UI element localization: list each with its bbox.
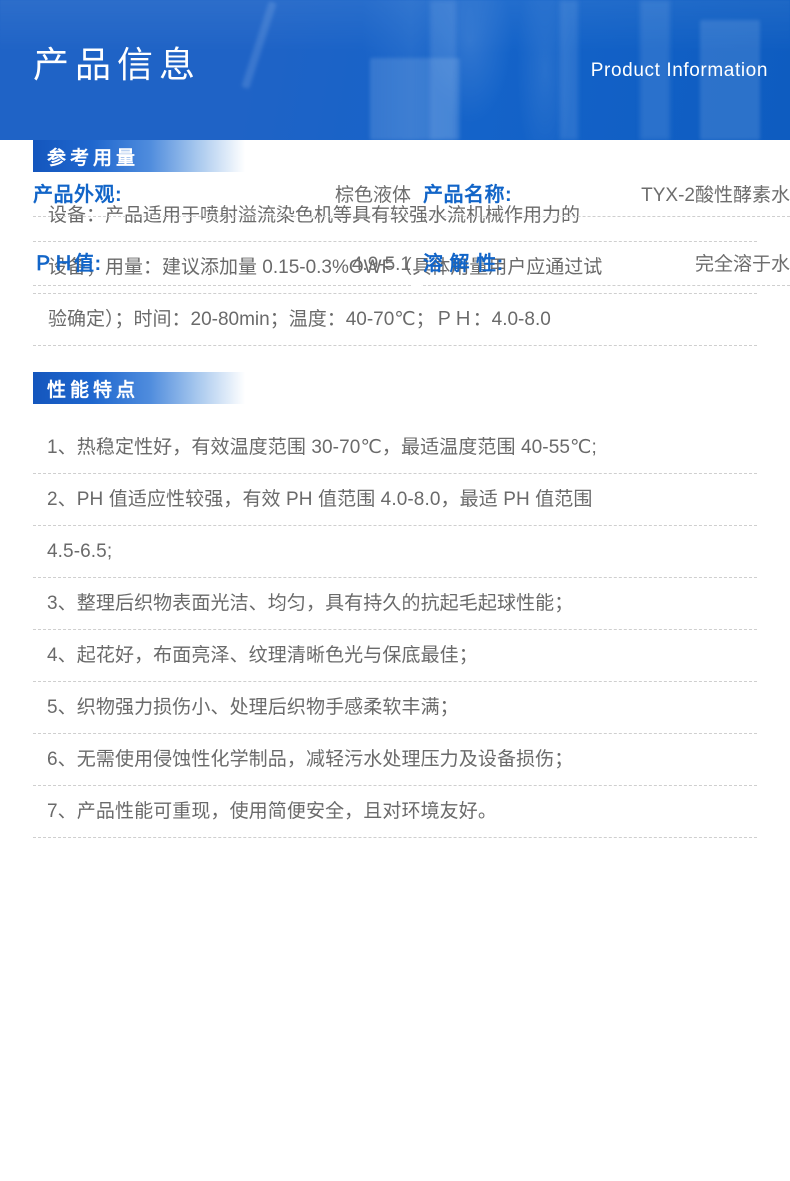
spec-value-appearance: 棕色液体 bbox=[334, 185, 411, 206]
section-header-dosage: 参考用量 bbox=[33, 140, 245, 172]
section-header-features-label: 性能特点 bbox=[47, 379, 140, 401]
spec-row-solubility: 溶 解 性: 完全溶于水 bbox=[423, 247, 790, 286]
feature-item: 1、热稳定性好，有效温度范围 30-70℃，最适温度范围 40-55℃; bbox=[33, 422, 757, 474]
page-title: 产品信息 bbox=[33, 44, 202, 85]
page-banner: 产品信息 Product Information bbox=[0, 0, 790, 140]
spec-value-solubility: 完全溶于水 bbox=[694, 254, 790, 275]
spec-value-product-name: TYX-2酸性酵素水 bbox=[641, 185, 790, 206]
spec-value-ph: 4.9-5.1 bbox=[351, 254, 411, 275]
section-header-features: 性能特点 bbox=[33, 372, 245, 404]
spec-row-ph: ＰＨ值: 4.9-5.1 bbox=[33, 247, 411, 286]
spec-label-product-name: 产品名称: bbox=[423, 184, 513, 206]
feature-item: 7、产品性能可重现，使用简便安全，且对环境友好。 bbox=[33, 786, 757, 838]
spec-label-solubility: 溶 解 性: bbox=[423, 253, 504, 275]
specification-table: 产品外观: 棕色液体 产品名称: TYX-2酸性酵素水 ＰＨ值: 4.9-5.1… bbox=[0, 178, 790, 316]
feature-item: 2、PH 值适应性较强，有效 PH 值范围 4.0-8.0，最适 PH 值范围 bbox=[33, 474, 757, 526]
feature-item: 6、无需使用侵蚀性化学制品，减轻污水处理压力及设备损伤； bbox=[33, 734, 757, 786]
spec-label-appearance: 产品外观: bbox=[33, 184, 123, 206]
spec-label-ph: ＰＨ值: bbox=[33, 253, 102, 275]
features-list: 1、热稳定性好，有效温度范围 30-70℃，最适温度范围 40-55℃; 2、P… bbox=[0, 422, 790, 838]
decor-beaker-1 bbox=[370, 58, 460, 140]
feature-item: 3、整理后织物表面光洁、均匀，具有持久的抗起毛起球性能； bbox=[33, 578, 757, 630]
feature-item: 5、织物强力损伤小、处理后织物手感柔软丰满； bbox=[33, 682, 757, 734]
spacer-features-top bbox=[0, 346, 790, 372]
spec-row-appearance: 产品外观: 棕色液体 bbox=[33, 178, 411, 217]
page-subtitle-en: Product Information bbox=[590, 60, 768, 81]
spec-row-product-name: 产品名称: TYX-2酸性酵素水 bbox=[423, 178, 790, 217]
spacer-features bbox=[0, 404, 790, 422]
decor-shelf-2 bbox=[560, 0, 578, 140]
feature-item: 4.5-6.5; bbox=[33, 526, 757, 578]
feature-item: 4、起花好，布面亮泽、纹理清晰色光与保底最佳； bbox=[33, 630, 757, 682]
section-header-dosage-label: 参考用量 bbox=[47, 147, 140, 169]
